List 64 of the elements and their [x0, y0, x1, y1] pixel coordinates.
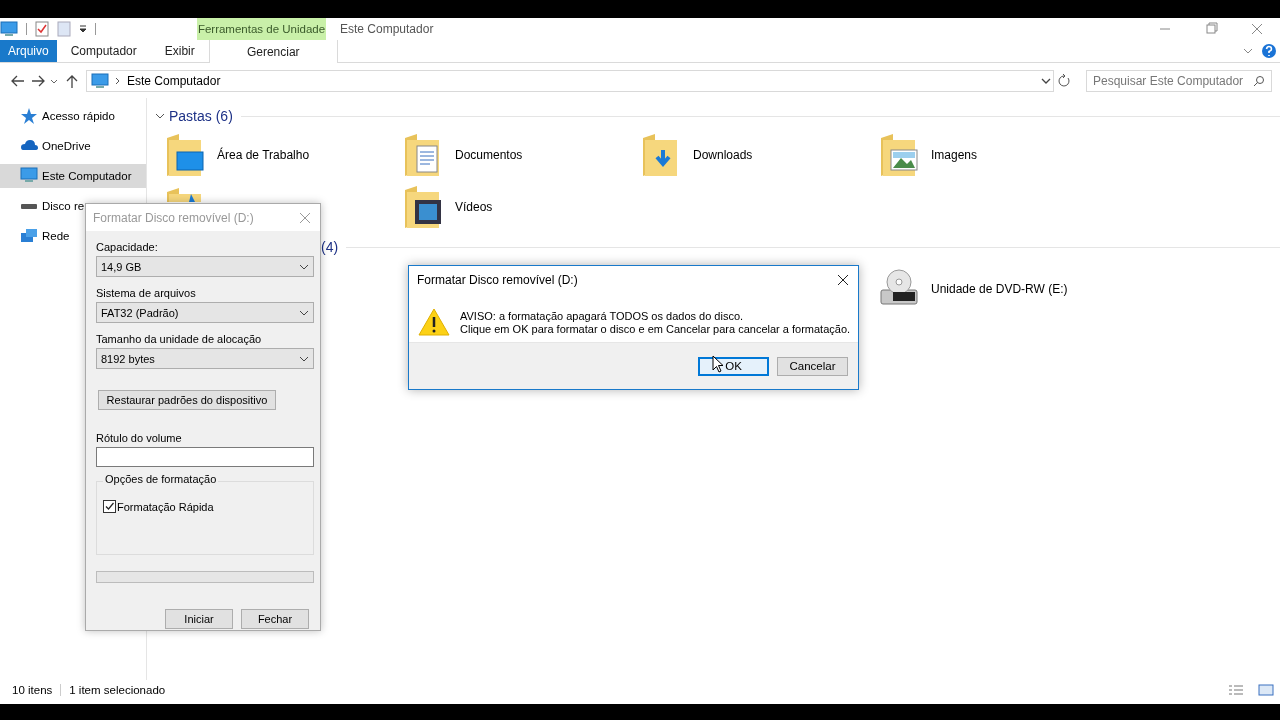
dropdown[interactable]: FAT32 (Padrão): [96, 302, 314, 323]
sidebar-item[interactable]: Acesso rápido: [0, 104, 116, 128]
warning-icon: [418, 308, 450, 336]
search-placeholder: Pesquisar Este Computador: [1093, 74, 1245, 88]
folder-item[interactable]: Documentos: [393, 129, 631, 181]
ribbon-tab[interactable]: Gerenciar: [208, 40, 338, 63]
group-title: Opções de formatação: [103, 473, 219, 485]
folder-item[interactable]: Área de Trabalho: [155, 129, 393, 181]
dropdown[interactable]: 14,9 GB: [96, 256, 314, 277]
dialog-button[interactable]: Iniciar: [165, 609, 233, 629]
section-heading[interactable]: Pastas (6): [169, 108, 233, 124]
computer-icon[interactable]: [0, 21, 18, 37]
computer-icon: [91, 73, 109, 89]
chevron-icon: [115, 76, 121, 86]
status-text: 1 item selecionado: [69, 684, 166, 696]
ribbon-tab[interactable]: Exibir: [150, 40, 209, 62]
properties-icon[interactable]: [35, 21, 49, 37]
dropdown-icon[interactable]: [79, 24, 87, 34]
tiles-view-icon[interactable]: [1258, 684, 1274, 696]
checkbox[interactable]: [103, 500, 116, 513]
sidebar-item[interactable]: Rede: [0, 224, 71, 248]
collapse-chevron-icon[interactable]: [155, 111, 165, 121]
dropdown[interactable]: 8192 bytes: [96, 348, 314, 369]
search-field[interactable]: Pesquisar Este Computador: [1086, 70, 1272, 92]
folder-icon: [165, 132, 207, 178]
ribbon-tab[interactable]: Arquivo: [0, 40, 57, 62]
dialog-button[interactable]: Fechar: [241, 609, 309, 629]
computer-icon: [20, 167, 38, 185]
drive-item[interactable]: Unidade de DVD-RW (E:): [869, 259, 1107, 319]
network-icon: [20, 227, 38, 245]
folder-icon: [879, 132, 921, 178]
folder-item[interactable]: Downloads: [631, 129, 869, 181]
cursor-icon: [712, 355, 724, 373]
message-text: AVISO: a formatação apagará TODOS os dados do disco.: [460, 309, 745, 322]
sidebar-item[interactable]: Disco re: [0, 194, 86, 218]
folder-item[interactable]: Imagens: [869, 129, 1107, 181]
dialog-title: Formatar Disco removível (D:): [417, 273, 579, 287]
ribbon-tab[interactable]: Computador: [56, 40, 151, 62]
field-label: Tamanho da unidade de alocação: [96, 333, 263, 345]
star-icon: [20, 107, 38, 125]
drive-icon: [20, 203, 38, 209]
section-heading[interactable]: (4): [321, 239, 339, 255]
sidebar-item[interactable]: Este Computador: [0, 164, 146, 188]
volume-label-field[interactable]: [96, 447, 314, 467]
checkbox-label: Formatação Rápida: [117, 500, 214, 513]
ribbon-context-label: Ferramentas de Unidade: [197, 18, 326, 40]
address-bar[interactable]: Este Computador: [86, 70, 1054, 92]
caret-icon: [299, 354, 309, 363]
caret-icon: [299, 262, 309, 271]
restore-defaults-button[interactable]: Restaurar padrões do dispositivo: [98, 390, 276, 410]
field-label: Rótulo do volume: [96, 432, 183, 444]
window-title: Este Computador: [340, 22, 435, 36]
dialog-title: Formatar Disco removível (D:): [93, 210, 255, 225]
search-icon[interactable]: [1253, 75, 1265, 87]
folder-item[interactable]: Vídeos: [393, 181, 631, 233]
dialog-button[interactable]: Cancelar: [777, 356, 848, 376]
dialog-button[interactable]: OK: [698, 356, 769, 376]
field-label: Sistema de arquivos: [96, 287, 197, 299]
sidebar-item[interactable]: OneDrive: [0, 134, 92, 158]
status-text: 10 itens: [12, 684, 53, 696]
message-text: Clique em OK para formatar o disco e em Cancelar para cancelar a formatação.: [460, 322, 851, 335]
field-label: Capacidade:: [96, 241, 159, 253]
address-path: Este Computador: [127, 74, 222, 88]
caret-icon: [299, 308, 309, 317]
